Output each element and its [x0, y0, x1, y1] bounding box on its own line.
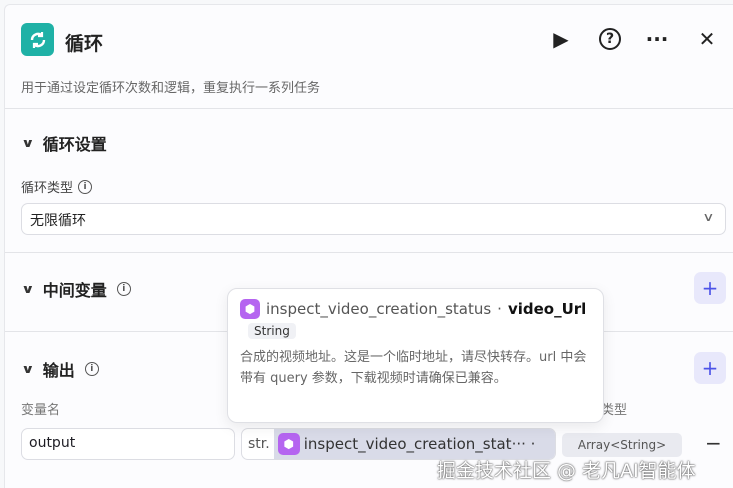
section-title: 输出: [42, 361, 75, 380]
info-icon[interactable]: i: [78, 179, 93, 194]
node-description: 用于通过设定循环次数和逻辑，重复执行一系列任务: [21, 81, 321, 96]
label-text: 循环类型: [21, 181, 74, 196]
add-output-button[interactable]: +: [694, 352, 726, 384]
chevron-down-icon: ∨: [702, 210, 715, 224]
tooltip-type: String: [248, 323, 296, 339]
remove-output-button[interactable]: −: [705, 431, 722, 455]
tooltip-description: 合成的视频地址。这是一个临时地址，请尽快转存。url 中会带有 query 参数…: [240, 350, 587, 386]
section-output[interactable]: ∨ 输出 i: [21, 357, 99, 381]
section-intermediate[interactable]: ∨ 中间变量 i: [21, 277, 131, 301]
more-icon[interactable]: ···: [643, 25, 671, 53]
tooltip-sep: ·: [497, 300, 502, 318]
loop-icon: [21, 23, 54, 56]
watermark: 掘金技术社区 @ 老凡AI智能体: [437, 460, 696, 482]
ref-text: inspect_video_creation_stat··· ·: [303, 435, 536, 453]
run-icon[interactable]: ▶: [547, 25, 575, 53]
col-name-header: 变量名: [21, 403, 61, 418]
divider: [5, 108, 733, 109]
output-type-tag: Array<String>: [562, 433, 682, 457]
ref-prefix: str.: [248, 436, 270, 452]
chevron-down-icon: ∨: [21, 282, 35, 296]
output-name-input[interactable]: output: [21, 428, 235, 460]
divider: [5, 252, 733, 253]
section-title: 中间变量: [42, 281, 107, 300]
chevron-down-icon: ∨: [21, 362, 35, 376]
close-icon[interactable]: ✕: [693, 25, 721, 53]
help-icon[interactable]: ?: [596, 25, 624, 53]
node-title: 循环: [65, 33, 104, 55]
cube-icon: ⬢: [240, 299, 260, 319]
variable-tooltip: ⬢ inspect_video_creation_status · video_Url…: [227, 288, 604, 423]
ref-tag[interactable]: ⬢ inspect_video_creation_stat··· ·: [273, 429, 555, 459]
loop-type-select[interactable]: 无限循环 ∨: [21, 203, 726, 235]
tooltip-field: video_Url: [507, 300, 587, 318]
info-icon[interactable]: i: [116, 282, 131, 296]
loop-node-panel: 循环 ▶ ? ··· ✕ 用于通过设定循环次数和逻辑，重复执行一系列任务 ∨ 循环…: [4, 4, 733, 488]
select-value: 无限循环: [30, 213, 86, 229]
cube-icon: ⬢: [277, 433, 300, 455]
section-loop-settings[interactable]: ∨ 循环设置: [21, 131, 107, 155]
loop-type-label: 循环类型 i: [21, 177, 93, 196]
add-intermediate-button[interactable]: +: [694, 272, 726, 304]
chevron-down-icon: ∨: [21, 136, 35, 150]
section-title: 循环设置: [42, 135, 107, 154]
tooltip-node: inspect_video_creation_status: [266, 300, 492, 318]
info-icon[interactable]: i: [84, 362, 99, 376]
